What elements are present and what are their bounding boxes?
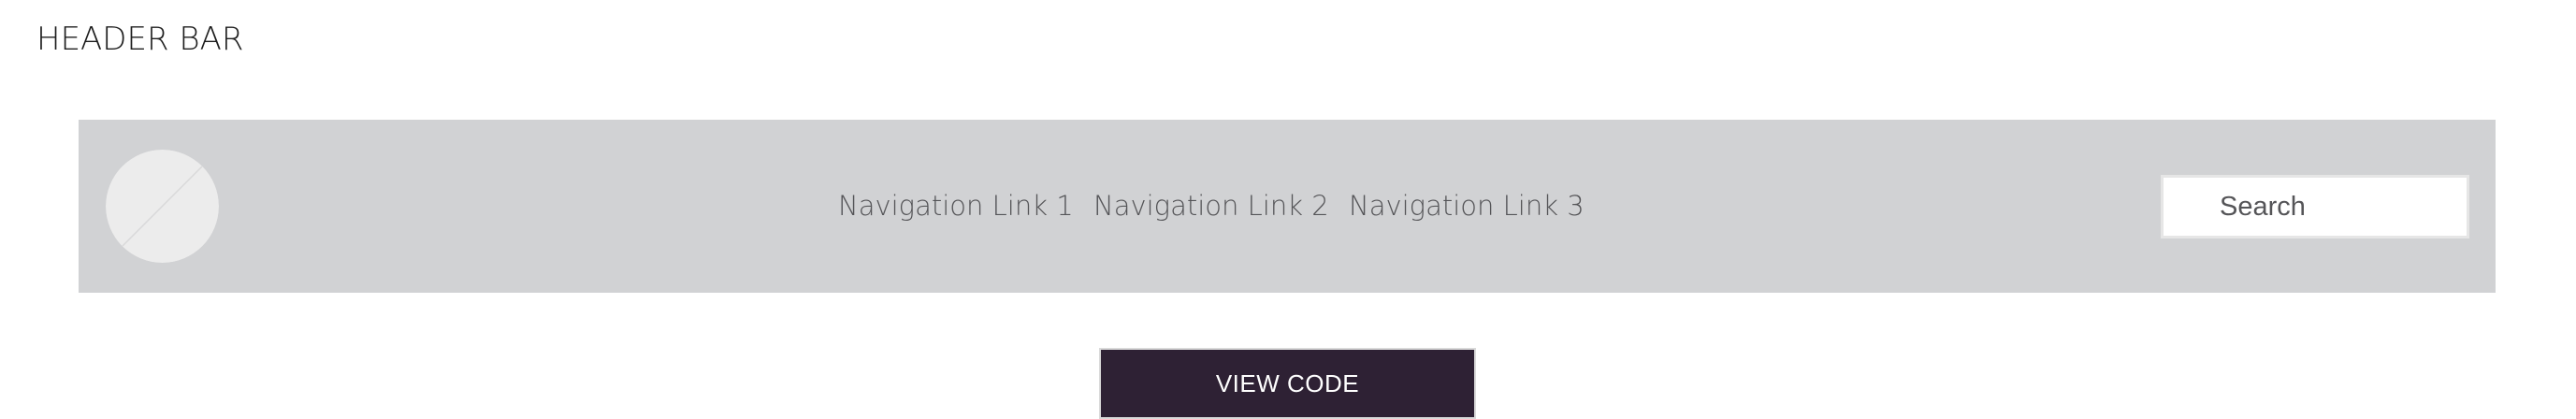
header-bar: Navigation Link 1 Navigation Link 2 Navi… xyxy=(79,120,2496,293)
page-title: HEADER BAR xyxy=(36,21,244,58)
main-navigation: Navigation Link 1 Navigation Link 2 Navi… xyxy=(79,120,2496,293)
nav-link-2[interactable]: Navigation Link 2 xyxy=(1093,187,1329,224)
nav-link-3[interactable]: Navigation Link 3 xyxy=(1349,187,1585,224)
search-input[interactable] xyxy=(2161,175,2469,238)
logo[interactable] xyxy=(106,150,219,263)
view-code-button[interactable]: VIEW CODE xyxy=(1099,348,1476,419)
nav-link-1[interactable]: Navigation Link 1 xyxy=(838,187,1074,224)
placeholder-logo-circle-icon xyxy=(106,150,219,263)
